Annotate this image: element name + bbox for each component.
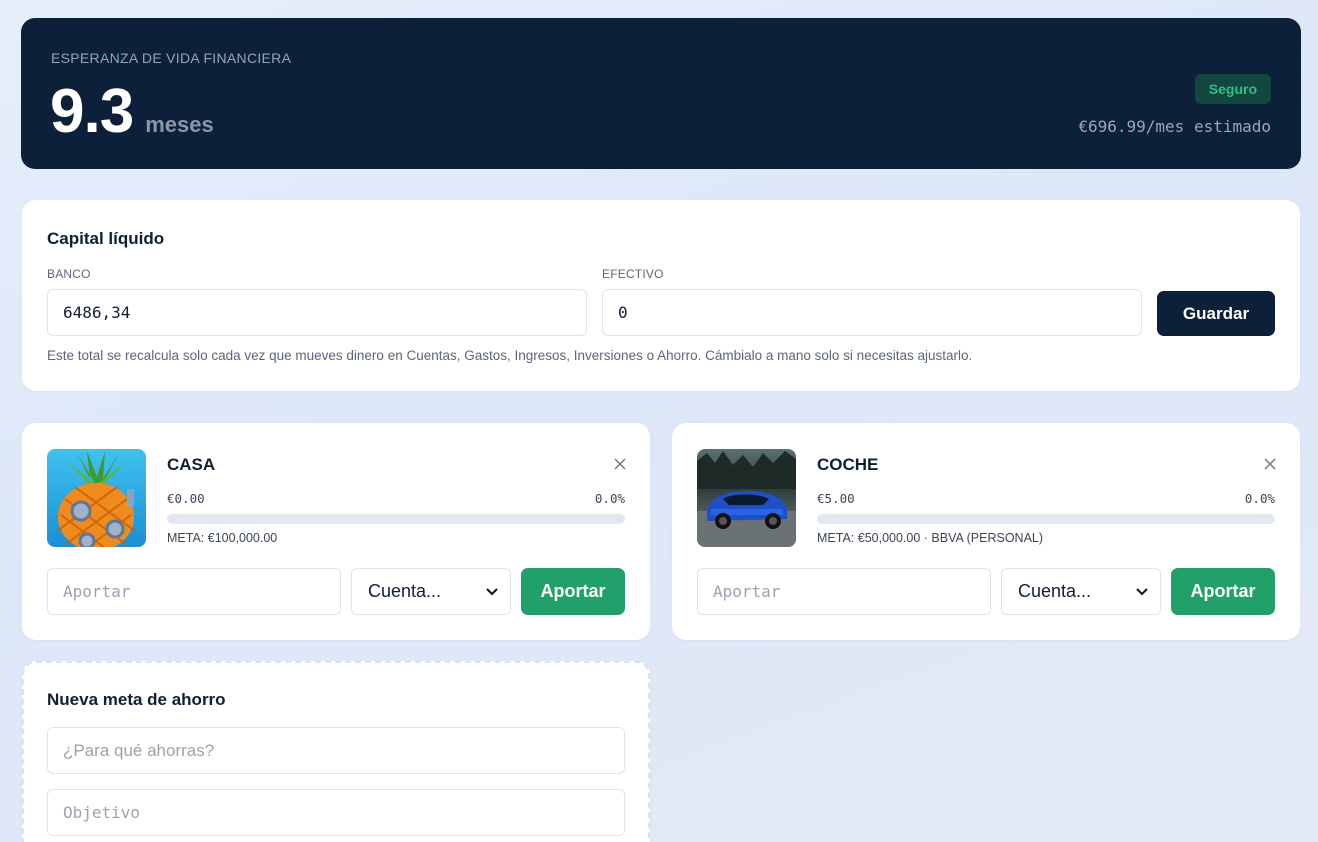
close-icon[interactable]	[1262, 456, 1278, 472]
bank-label: BANCO	[47, 267, 91, 281]
goal-target-input[interactable]: Objetivo	[47, 789, 625, 836]
pineapple-house-image	[47, 449, 146, 547]
banner-label: ESPERANZA DE VIDA FINANCIERA	[51, 50, 292, 66]
blue-car-icon	[697, 449, 796, 547]
account-select[interactable]: Cuenta...	[351, 568, 511, 615]
chevron-down-icon	[486, 587, 498, 595]
goal-target-placeholder: Objetivo	[63, 803, 141, 822]
contribute-input[interactable]: Aportar	[697, 568, 991, 615]
save-button[interactable]: Guardar	[1157, 291, 1275, 336]
account-select-value: Cuenta...	[368, 581, 442, 601]
goal-meta: META: €50,000.00 · BBVA (PERSONAL)	[817, 531, 1044, 545]
goal-card-coche: COCHE €5.00 0.0% META: €50,000.00 · BBVA…	[672, 423, 1300, 640]
bank-input-value: 6486,34	[63, 303, 131, 322]
bank-input[interactable]: 6486,34	[47, 289, 587, 336]
contribute-input[interactable]: Aportar	[47, 568, 341, 615]
chevron-down-icon	[1136, 587, 1148, 595]
goal-meta: META: €100,000.00	[167, 531, 278, 545]
contribute-placeholder: Aportar	[63, 582, 131, 601]
goal-purpose-placeholder: ¿Para qué ahorras?	[63, 740, 215, 760]
goal-percent: 0.0%	[594, 491, 625, 506]
banner-value-group: 9.3 meses	[50, 76, 214, 147]
cash-label: EFECTIVO	[602, 267, 664, 281]
pineapple-house-icon	[47, 449, 146, 547]
help-text: Este total se recalcula solo cada vez qu…	[47, 348, 973, 363]
goal-name: CASA	[167, 455, 216, 474]
goal-amount: €5.00	[817, 491, 855, 506]
blue-car-image	[697, 449, 796, 547]
close-icon[interactable]	[612, 456, 628, 472]
banner-value: 9.3	[50, 77, 134, 146]
new-goal-title: Nueva meta de ahorro	[47, 690, 226, 709]
status-badge: Seguro	[1194, 74, 1271, 104]
banner-unit: meses	[145, 112, 214, 137]
life-expectancy-banner: ESPERANZA DE VIDA FINANCIERA 9.3 meses S…	[21, 18, 1301, 169]
goal-name: COCHE	[817, 455, 879, 474]
account-select-value: Cuenta...	[1018, 581, 1092, 601]
liquid-capital-card: Capital líquido BANCO 6486,34 EFECTIVO 0…	[22, 200, 1300, 391]
goal-progress-bar	[817, 514, 1275, 524]
cash-input[interactable]: 0	[602, 289, 1142, 336]
new-goal-card: Nueva meta de ahorro ¿Para qué ahorras? …	[22, 661, 650, 842]
contribute-button[interactable]: Aportar	[521, 568, 625, 615]
goal-card-casa: CASA €0.00 0.0% META: €100,000.00 Aporta…	[22, 423, 650, 640]
goal-progress-bar	[167, 514, 625, 524]
goal-percent: 0.0%	[1244, 491, 1275, 506]
contribute-placeholder: Aportar	[713, 582, 781, 601]
account-select[interactable]: Cuenta...	[1001, 568, 1161, 615]
goal-purpose-input[interactable]: ¿Para qué ahorras?	[47, 727, 625, 774]
goal-amount: €0.00	[167, 491, 205, 506]
contribute-button[interactable]: Aportar	[1171, 568, 1275, 615]
monthly-estimate: €696.99/mes estimado	[1078, 117, 1271, 136]
cash-input-value: 0	[618, 303, 628, 322]
card-title: Capital líquido	[47, 229, 165, 248]
